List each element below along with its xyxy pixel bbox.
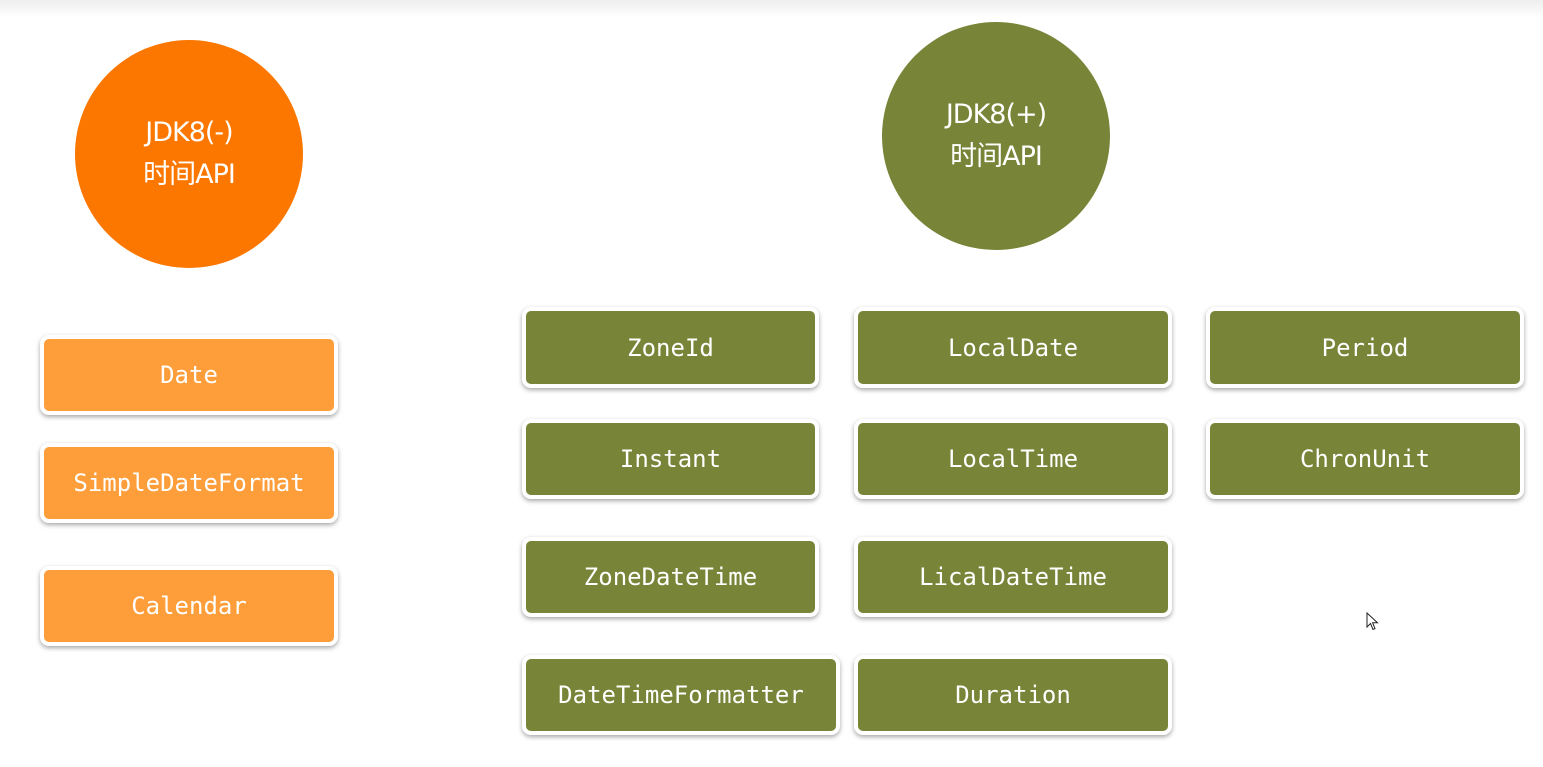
box-datetimeformatter: DateTimeFormatter bbox=[522, 655, 840, 735]
box-licaldatetime: LicalDateTime bbox=[854, 537, 1172, 617]
jdk8-plus-circle: JDK8(+) 时间API bbox=[882, 22, 1110, 250]
box-zoneid: ZoneId bbox=[522, 307, 819, 388]
box-instant: Instant bbox=[522, 419, 819, 499]
box-localtime: LocalTime bbox=[854, 419, 1172, 499]
jdk8-minus-title: JDK8(-) bbox=[145, 117, 233, 148]
box-chronunit: ChronUnit bbox=[1206, 419, 1524, 499]
box-localdate: LocalDate bbox=[854, 307, 1172, 388]
top-shadow-bar bbox=[0, 0, 1543, 18]
jdk8-minus-subtitle: 时间API bbox=[143, 159, 236, 190]
box-simpledateformat: SimpleDateFormat bbox=[40, 443, 338, 523]
box-period: Period bbox=[1206, 307, 1524, 388]
box-duration: Duration bbox=[854, 655, 1172, 735]
box-date: Date bbox=[40, 335, 338, 415]
mouse-cursor-icon bbox=[1366, 612, 1379, 631]
jdk8-plus-subtitle: 时间API bbox=[950, 141, 1043, 172]
box-zonedatetime: ZoneDateTime bbox=[522, 537, 819, 617]
jdk8-minus-circle: JDK8(-) 时间API bbox=[75, 40, 303, 268]
box-calendar: Calendar bbox=[40, 566, 338, 646]
jdk8-plus-title: JDK8(+) bbox=[945, 99, 1047, 130]
